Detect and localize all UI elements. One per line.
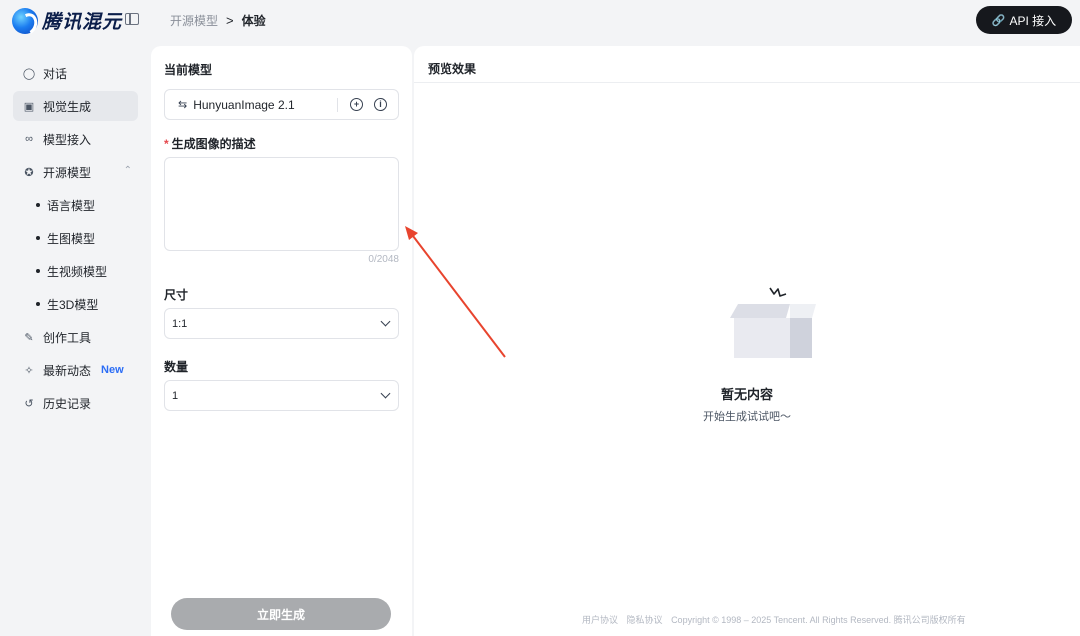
chevron-up-icon[interactable]: ⌃: [124, 165, 132, 176]
quantity-label: 数量: [164, 360, 189, 374]
chevron-down-icon: [380, 388, 391, 399]
description-label-text: 生成图像的描述: [171, 137, 256, 151]
user-agreement-link[interactable]: 用户协议: [582, 615, 618, 625]
empty-state-title: 暂无内容: [720, 387, 773, 402]
empty-state-subtitle: 开始生成试试吧～: [703, 411, 791, 423]
info-icon[interactable]: i: [374, 98, 387, 111]
generate-button[interactable]: 立即生成: [171, 598, 391, 630]
sidebar-subitem-label: 生视频模型: [47, 264, 108, 279]
sparkle-icon: ✧: [24, 364, 34, 377]
generation-form-panel: 当前模型 ⇆ HunyuanImage 2.1 + i * 生成图像的描述 0/2…: [151, 46, 412, 636]
breadcrumb: 开源模型 > 体验: [170, 12, 266, 29]
char-count: 0/2048: [368, 254, 399, 265]
chat-icon: ◯: [22, 67, 36, 80]
sidebar-item-creation-tools[interactable]: ✎ 创作工具: [13, 322, 138, 352]
sidebar-subitem-image-model[interactable]: 生图模型: [36, 223, 95, 253]
description-input[interactable]: [164, 157, 399, 251]
brand-logo[interactable]: 腾讯混元: [12, 7, 122, 34]
sidebar-subitem-label: 生3D模型: [47, 297, 99, 312]
sidebar-item-label: 视觉生成: [43, 99, 92, 114]
copyright-text: Copyright © 1998 – 2025 Tencent. All Rig…: [671, 615, 966, 625]
sidebar-subitem-3d-model[interactable]: 生3D模型: [36, 289, 98, 319]
sidebar-item-chat[interactable]: ◯ 对话: [13, 58, 138, 88]
image-icon: ▣: [23, 100, 35, 113]
description-label: * 生成图像的描述: [164, 135, 256, 152]
breadcrumb-parent[interactable]: 开源模型: [170, 12, 218, 29]
sidebar-item-history[interactable]: ↺ 历史记录: [13, 388, 138, 418]
sidebar-item-label: 创作工具: [43, 330, 92, 345]
bullet-dot: [36, 203, 40, 207]
breadcrumb-current: 体验: [241, 14, 266, 28]
brush-icon: ✎: [24, 331, 34, 344]
sidebar-item-label: 模型接入: [43, 132, 92, 147]
quantity-value: 1: [172, 389, 179, 402]
swap-icon: ⇆: [178, 99, 188, 111]
sidebar-toggle-icon[interactable]: [125, 13, 139, 25]
add-circle-icon[interactable]: +: [350, 98, 363, 111]
sidebar-item-label: 对话: [43, 66, 68, 81]
sidebar-item-label: 开源模型: [43, 165, 92, 180]
preview-title: 预览效果: [428, 62, 477, 76]
sidebar-subitem-label: 语言模型: [47, 198, 96, 213]
size-value: 1:1: [172, 317, 188, 330]
sidebar-subitem-label: 生图模型: [47, 231, 96, 246]
sidebar-item-label: 历史记录: [43, 396, 92, 411]
history-icon: ↺: [24, 397, 34, 410]
sidebar-subitem-language-model[interactable]: 语言模型: [36, 190, 95, 220]
bullet-dot: [36, 236, 40, 240]
size-label: 尺寸: [164, 288, 189, 302]
sidebar-item-label: 最新动态: [43, 363, 92, 378]
api-access-button[interactable]: 🔗 API 接入: [976, 6, 1072, 34]
required-star: *: [164, 137, 169, 151]
sidebar-subitem-video-model[interactable]: 生视频模型: [36, 256, 107, 286]
size-select[interactable]: 1:1: [164, 308, 399, 339]
hunyuan-logo-icon: [12, 7, 38, 34]
privacy-link[interactable]: 隐私协议: [627, 615, 663, 625]
bullet-dot: [36, 302, 40, 306]
brand-name: 腾讯混元: [42, 12, 123, 33]
preview-header: 预览效果: [414, 46, 1080, 83]
open-source-icon: ✪: [24, 166, 34, 179]
sidebar-item-open-source-models[interactable]: ✪ 开源模型 ⌃: [13, 157, 138, 187]
quantity-select[interactable]: 1: [164, 380, 399, 411]
preview-panel: 预览效果 暂无内容 开始生成试试吧～ 用户协议 隐私协议 Copyright ©…: [414, 46, 1080, 636]
footer: 用户协议 隐私协议 Copyright © 1998 – 2025 Tencen…: [582, 613, 972, 626]
new-badge: New: [101, 364, 124, 376]
top-bar: 腾讯混元 开源模型 > 体验 🔗 API 接入: [0, 0, 1080, 40]
model-name: HunyuanImage 2.1: [193, 97, 295, 112]
chevron-down-icon: [380, 316, 391, 327]
api-access-label: API 接入: [1009, 13, 1057, 28]
bullet-dot: [36, 269, 40, 273]
link-icon: 🔗: [991, 14, 1006, 27]
sidebar-item-visual-generation[interactable]: ▣ 视觉生成: [13, 91, 138, 121]
current-model-label: 当前模型: [164, 63, 213, 77]
divider: [337, 98, 338, 112]
empty-box-icon: [730, 287, 816, 358]
sidebar-item-model-access[interactable]: ∞ 模型接入: [13, 124, 138, 154]
plug-icon: ∞: [25, 133, 33, 145]
chevron-right-icon: >: [226, 13, 234, 28]
model-selector[interactable]: ⇆ HunyuanImage 2.1 + i: [164, 89, 399, 120]
sidebar-item-latest-news[interactable]: ✧ 最新动态 New: [13, 355, 138, 385]
